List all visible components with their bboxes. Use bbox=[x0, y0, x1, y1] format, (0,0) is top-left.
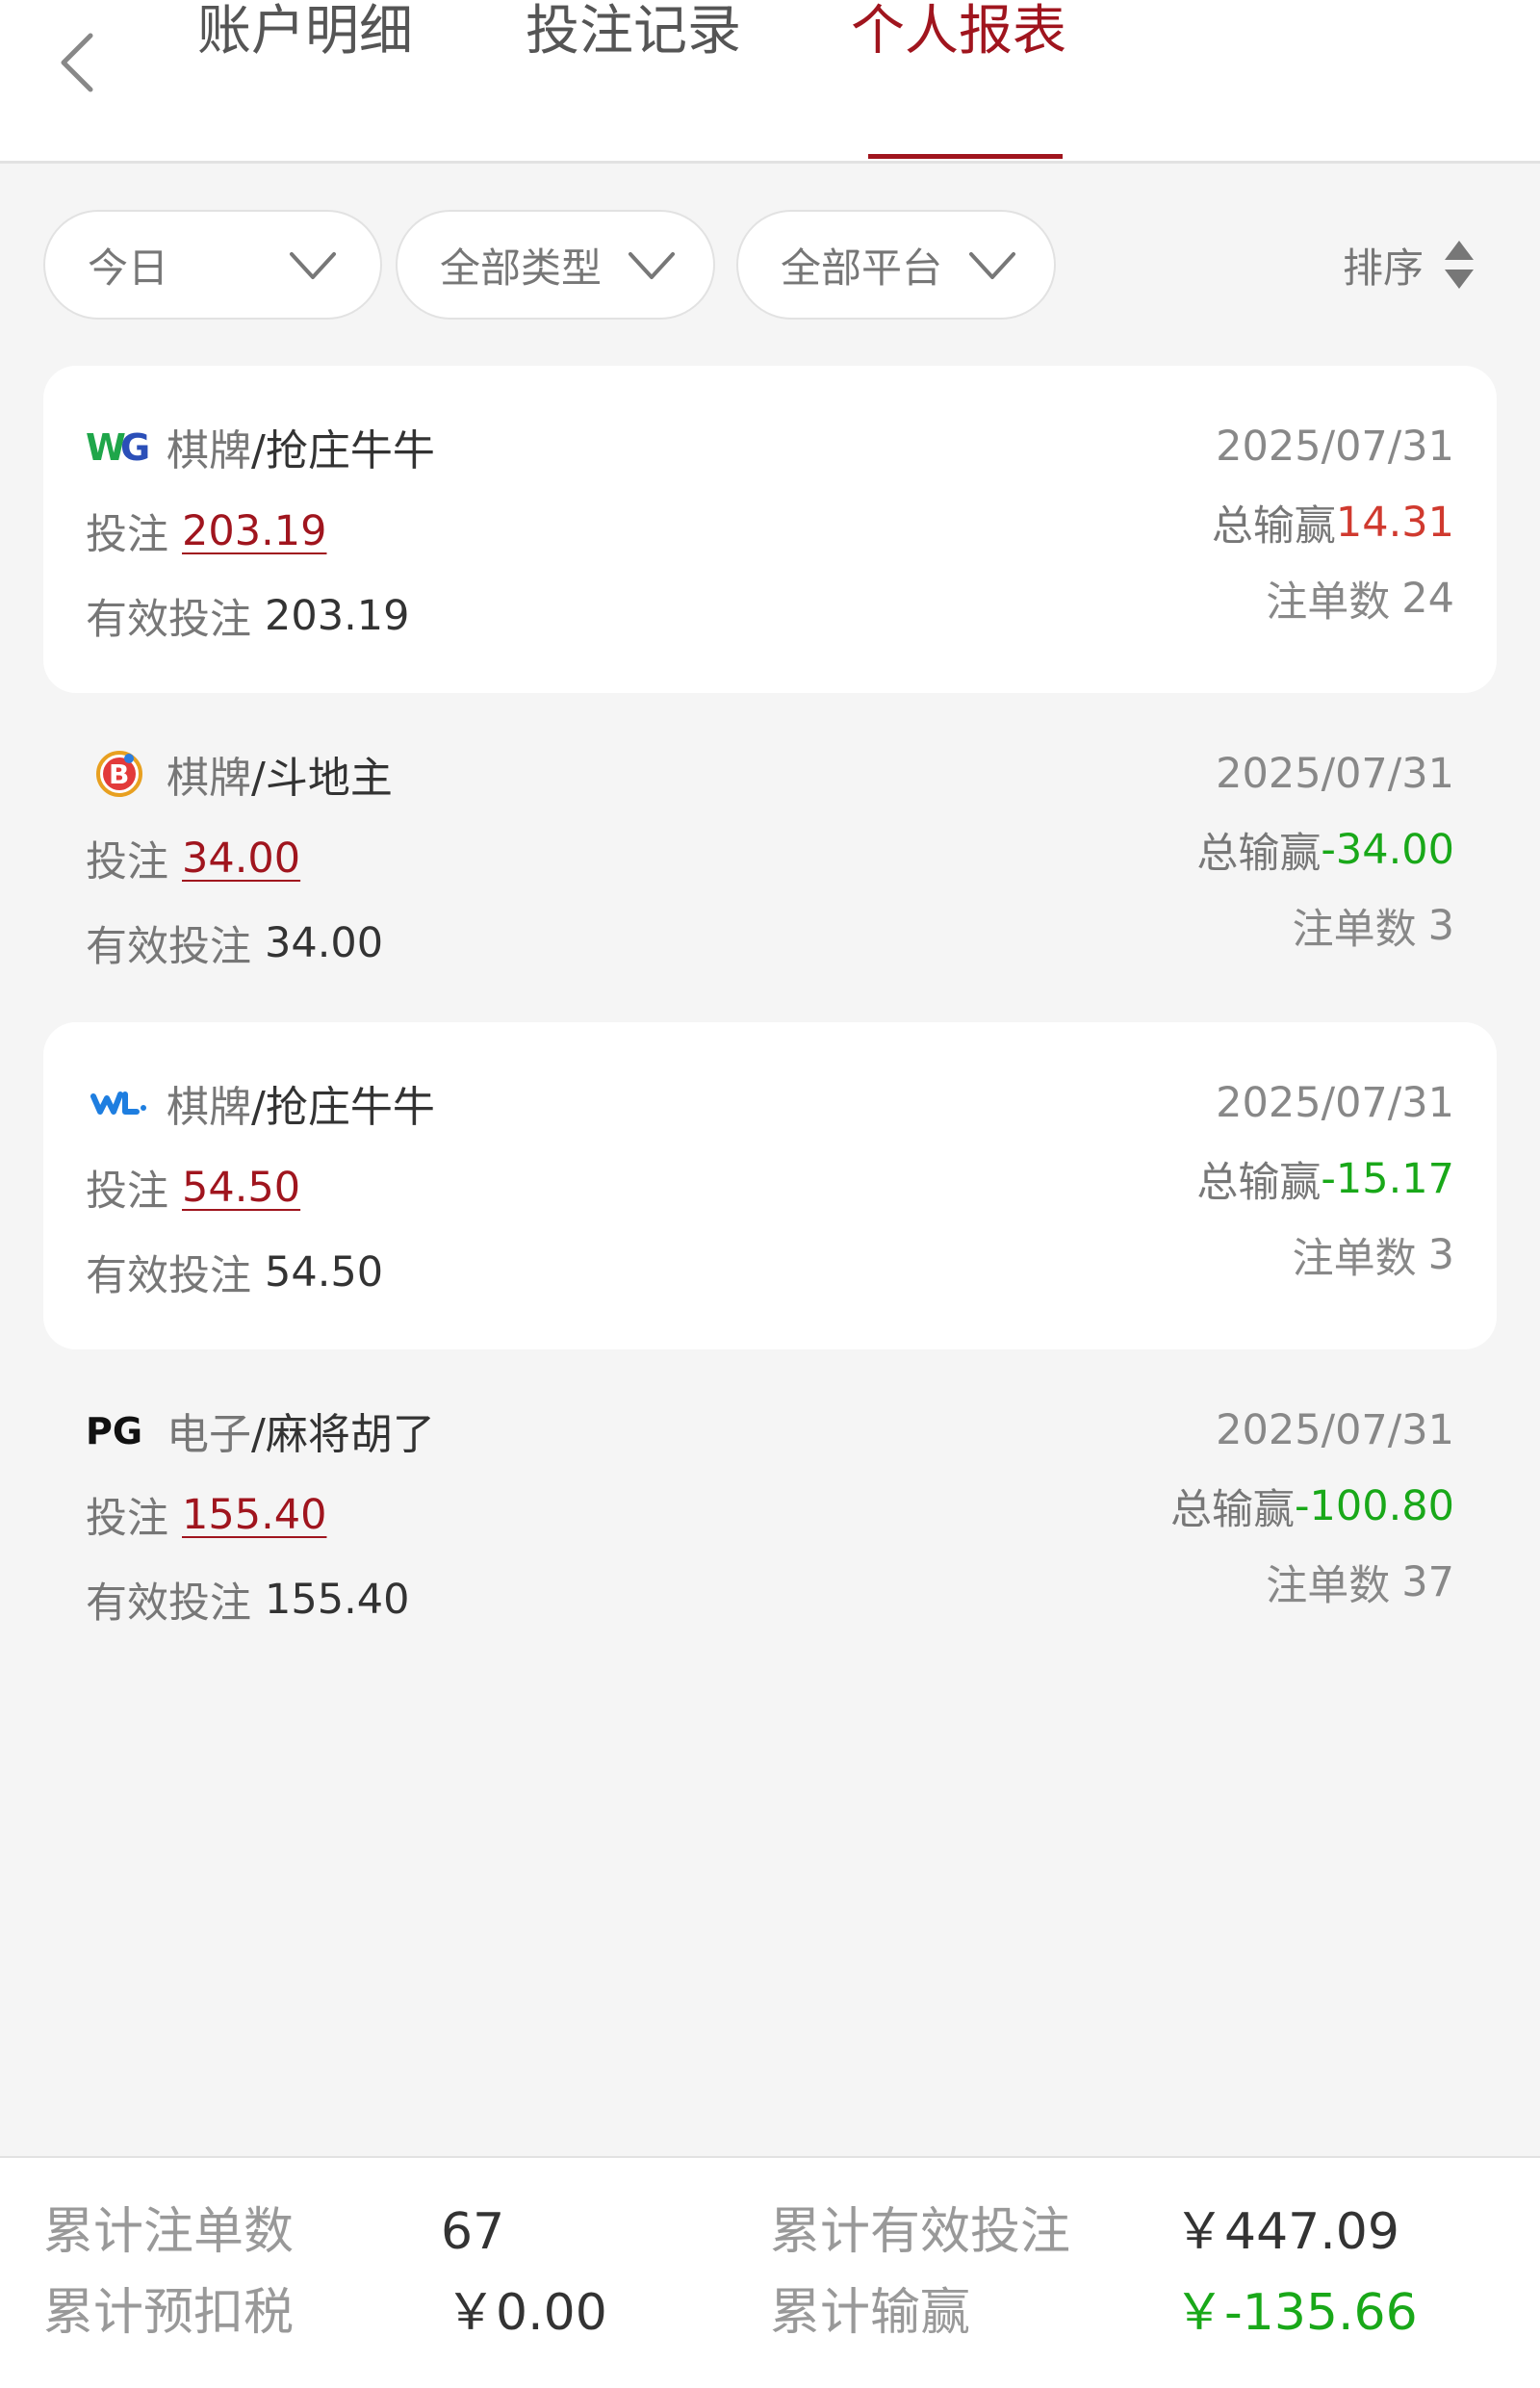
game-name: /抢庄牛牛 bbox=[251, 426, 435, 475]
b-logo-icon: B bbox=[86, 747, 153, 801]
order-count: 37 bbox=[1401, 1558, 1454, 1606]
bet-label: 投注 bbox=[86, 511, 168, 559]
winloss-value: 14.31 bbox=[1335, 499, 1454, 547]
sort-button[interactable]: 排序 bbox=[1343, 231, 1476, 298]
valid-bet-amount: 203.19 bbox=[265, 592, 410, 640]
chevron-down-icon bbox=[629, 252, 675, 279]
type-filter-value: 全部类型 bbox=[440, 244, 603, 292]
chevron-down-icon bbox=[290, 252, 336, 279]
total-tax-label: 累计预扣税 bbox=[43, 2284, 295, 2342]
chevron-down-icon bbox=[969, 252, 1015, 279]
bet-label: 投注 bbox=[86, 838, 168, 886]
game-name: /麻将胡了 bbox=[251, 1410, 435, 1459]
game-category: 棋牌 bbox=[167, 426, 251, 475]
record-date: 2025/07/31 bbox=[1216, 1406, 1454, 1454]
record-date: 2025/07/31 bbox=[1216, 423, 1454, 471]
valid-bet-label: 有效投注 bbox=[86, 1579, 251, 1628]
platform-filter-value: 全部平台 bbox=[781, 244, 943, 292]
svg-text:B: B bbox=[109, 758, 129, 790]
svg-text:G: G bbox=[120, 427, 150, 466]
game-category: 电子 bbox=[167, 1410, 251, 1459]
date-filter-dropdown[interactable]: 今日 bbox=[43, 210, 382, 320]
game-category: 棋牌 bbox=[167, 1083, 251, 1132]
valid-bet-amount: 54.50 bbox=[265, 1248, 384, 1297]
date-filter-value: 今日 bbox=[88, 244, 169, 292]
back-button[interactable] bbox=[48, 19, 106, 106]
pg-logo-icon: PG bbox=[86, 1403, 153, 1457]
game-name: /抢庄牛牛 bbox=[251, 1083, 435, 1132]
tab-account-details[interactable]: 账户明细 bbox=[197, 0, 413, 77]
report-card[interactable]: W G 棋牌/抢庄牛牛 投注 203.19 有效投注 203.19 2025/07/… bbox=[43, 366, 1497, 693]
order-count-label: 注单数 bbox=[1292, 906, 1417, 954]
total-orders-value: 67 bbox=[441, 2203, 505, 2261]
summary-footer: 累计注单数 67 累计有效投注 ￥447.09 累计预扣税 ￥0.00 累计输赢… bbox=[0, 2156, 1540, 2388]
wg-logo-icon: W G bbox=[86, 420, 153, 474]
order-count: 3 bbox=[1427, 902, 1454, 950]
record-date: 2025/07/31 bbox=[1216, 1079, 1454, 1127]
winloss-value: -100.80 bbox=[1295, 1482, 1454, 1530]
bet-amount-link[interactable]: 203.19 bbox=[182, 507, 326, 555]
wl-logo-icon bbox=[86, 1076, 153, 1130]
platform-filter-dropdown[interactable]: 全部平台 bbox=[736, 210, 1056, 320]
order-count: 24 bbox=[1401, 575, 1454, 623]
bet-amount-link[interactable]: 34.00 bbox=[182, 835, 300, 883]
sort-icon bbox=[1445, 241, 1475, 289]
bet-label: 投注 bbox=[86, 1168, 168, 1216]
svg-text:PG: PG bbox=[86, 1411, 142, 1450]
total-winloss-value: ￥-135.66 bbox=[1174, 2284, 1418, 2342]
valid-bet-amount: 34.00 bbox=[265, 919, 384, 967]
bet-amount-link[interactable]: 155.40 bbox=[182, 1491, 326, 1539]
sort-label: 排序 bbox=[1343, 244, 1424, 292]
valid-bet-label: 有效投注 bbox=[86, 596, 251, 644]
winloss-label: 总输赢 bbox=[1196, 1159, 1322, 1207]
type-filter-dropdown[interactable]: 全部类型 bbox=[396, 210, 715, 320]
record-date: 2025/07/31 bbox=[1216, 750, 1454, 798]
order-count: 3 bbox=[1427, 1231, 1454, 1279]
bet-label: 投注 bbox=[86, 1495, 168, 1543]
winloss-value: -34.00 bbox=[1321, 826, 1454, 874]
winloss-value: -15.17 bbox=[1321, 1155, 1454, 1203]
order-count-label: 注单数 bbox=[1266, 578, 1391, 627]
chevron-left-icon bbox=[61, 33, 93, 92]
order-count-label: 注单数 bbox=[1292, 1235, 1417, 1283]
top-nav: 账户明细 投注记录 个人报表 bbox=[0, 0, 1540, 164]
game-name: /斗地主 bbox=[251, 754, 393, 803]
tab-bet-records[interactable]: 投注记录 bbox=[526, 0, 741, 77]
bet-amount-link[interactable]: 54.50 bbox=[182, 1164, 300, 1212]
order-count-label: 注单数 bbox=[1266, 1562, 1391, 1610]
total-valid-bet-value: ￥447.09 bbox=[1174, 2203, 1399, 2261]
report-card[interactable]: 棋牌/抢庄牛牛 投注 54.50 有效投注 54.50 2025/07/31 总输赢… bbox=[43, 1022, 1497, 1349]
report-card[interactable]: B 棋牌/斗地主 投注 34.00 有效投注 34.00 2025/07/31 总输… bbox=[43, 693, 1497, 1020]
valid-bet-label: 有效投注 bbox=[86, 923, 251, 971]
active-tab-indicator bbox=[868, 154, 1063, 159]
total-tax-value: ￥0.00 bbox=[446, 2284, 607, 2342]
valid-bet-amount: 155.40 bbox=[265, 1576, 410, 1624]
winloss-label: 总输赢 bbox=[1196, 830, 1322, 878]
total-winloss-label: 累计输赢 bbox=[770, 2284, 971, 2342]
tab-personal-report[interactable]: 个人报表 bbox=[851, 0, 1066, 77]
report-card[interactable]: PG 电子/麻将胡了 投注 155.40 有效投注 155.40 2025/07/3… bbox=[43, 1349, 1497, 1677]
total-orders-label: 累计注单数 bbox=[43, 2203, 295, 2261]
winloss-label: 总输赢 bbox=[1170, 1486, 1296, 1534]
winloss-label: 总输赢 bbox=[1211, 502, 1336, 551]
game-category: 棋牌 bbox=[167, 754, 251, 803]
total-valid-bet-label: 累计有效投注 bbox=[770, 2203, 1071, 2261]
valid-bet-label: 有效投注 bbox=[86, 1252, 251, 1300]
